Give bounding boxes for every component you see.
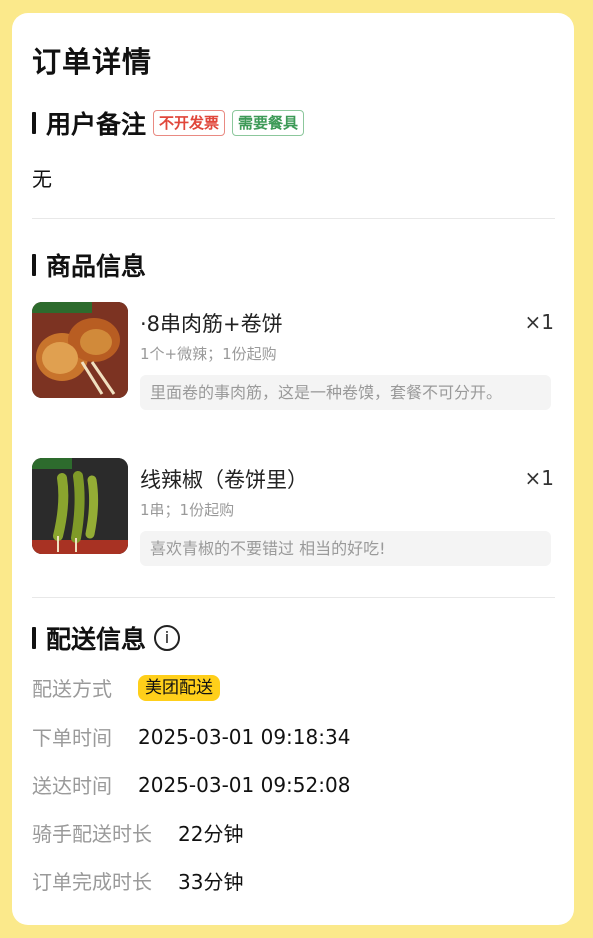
order-time-label: 下单时间 [32,726,112,750]
rider-duration-row: 骑手配送时长 22分钟 [32,818,243,847]
item-1-image[interactable] [32,302,128,398]
delivery-method-row: 配送方式 美团配送 [32,673,220,702]
delivery-method-label: 配送方式 [32,677,112,701]
delivery-section-title: 配送信息 i [32,620,181,656]
delivered-time-value: 2025-03-01 09:52:08 [138,772,351,797]
remark-section-title: 用户备注 不开发票 需要餐具 [32,105,305,141]
section-bar [32,254,36,276]
item-2-note: 喜欢青椒的不要错过 相当的好吃! [140,531,551,566]
order-time-value: 2025-03-01 09:18:34 [138,724,351,749]
completion-duration-label: 订单完成时长 [32,870,152,894]
item-2-name: 线辣椒（卷饼里） [140,468,308,492]
goods-title-text: 商品信息 [46,252,147,281]
item-2-image[interactable] [32,458,128,554]
info-icon[interactable]: i [154,625,181,651]
order-time-row: 下单时间 2025-03-01 09:18:34 [32,722,350,751]
page-title: 订单详情 [32,45,153,79]
delivery-method-badge: 美团配送 [138,674,220,701]
item-1-qty: ×1 [524,310,554,334]
goods-section-title: 商品信息 [32,247,146,283]
order-detail-card: 订单详情 用户备注 不开发票 需要餐具 无 商品信息 ·8串肉筋+卷饼 ×1 1… [12,13,574,925]
completion-duration-row: 订单完成时长 33分钟 [32,866,243,895]
item-2-qty: ×1 [524,466,554,490]
item-1-image-art [32,302,128,398]
completion-duration-value: 33分钟 [178,870,244,894]
section-bar [32,627,36,649]
rider-duration-value: 22分钟 [178,822,244,846]
delivery-title-text: 配送信息 [46,625,147,654]
item-1-name: ·8串肉筋+卷饼 [140,312,283,336]
no-invoice-tag: 不开发票 [153,110,226,136]
delivered-time-label: 送达时间 [32,774,112,798]
item-1-note: 里面卷的事肉筋，这是一种卷馍，套餐不可分开。 [140,375,551,410]
remark-text: 无 [32,167,52,191]
item-1-spec: 1个+微辣；1份起购 [140,345,277,363]
section-bar [32,112,36,134]
item-2-spec: 1串；1份起购 [140,501,235,519]
item-2-image-art [32,458,128,554]
divider [32,218,555,219]
need-utensils-tag: 需要餐具 [232,110,305,136]
rider-duration-label: 骑手配送时长 [32,822,152,846]
delivered-time-row: 送达时间 2025-03-01 09:52:08 [32,770,350,799]
divider [32,597,555,598]
remark-title-text: 用户备注 [46,110,147,139]
